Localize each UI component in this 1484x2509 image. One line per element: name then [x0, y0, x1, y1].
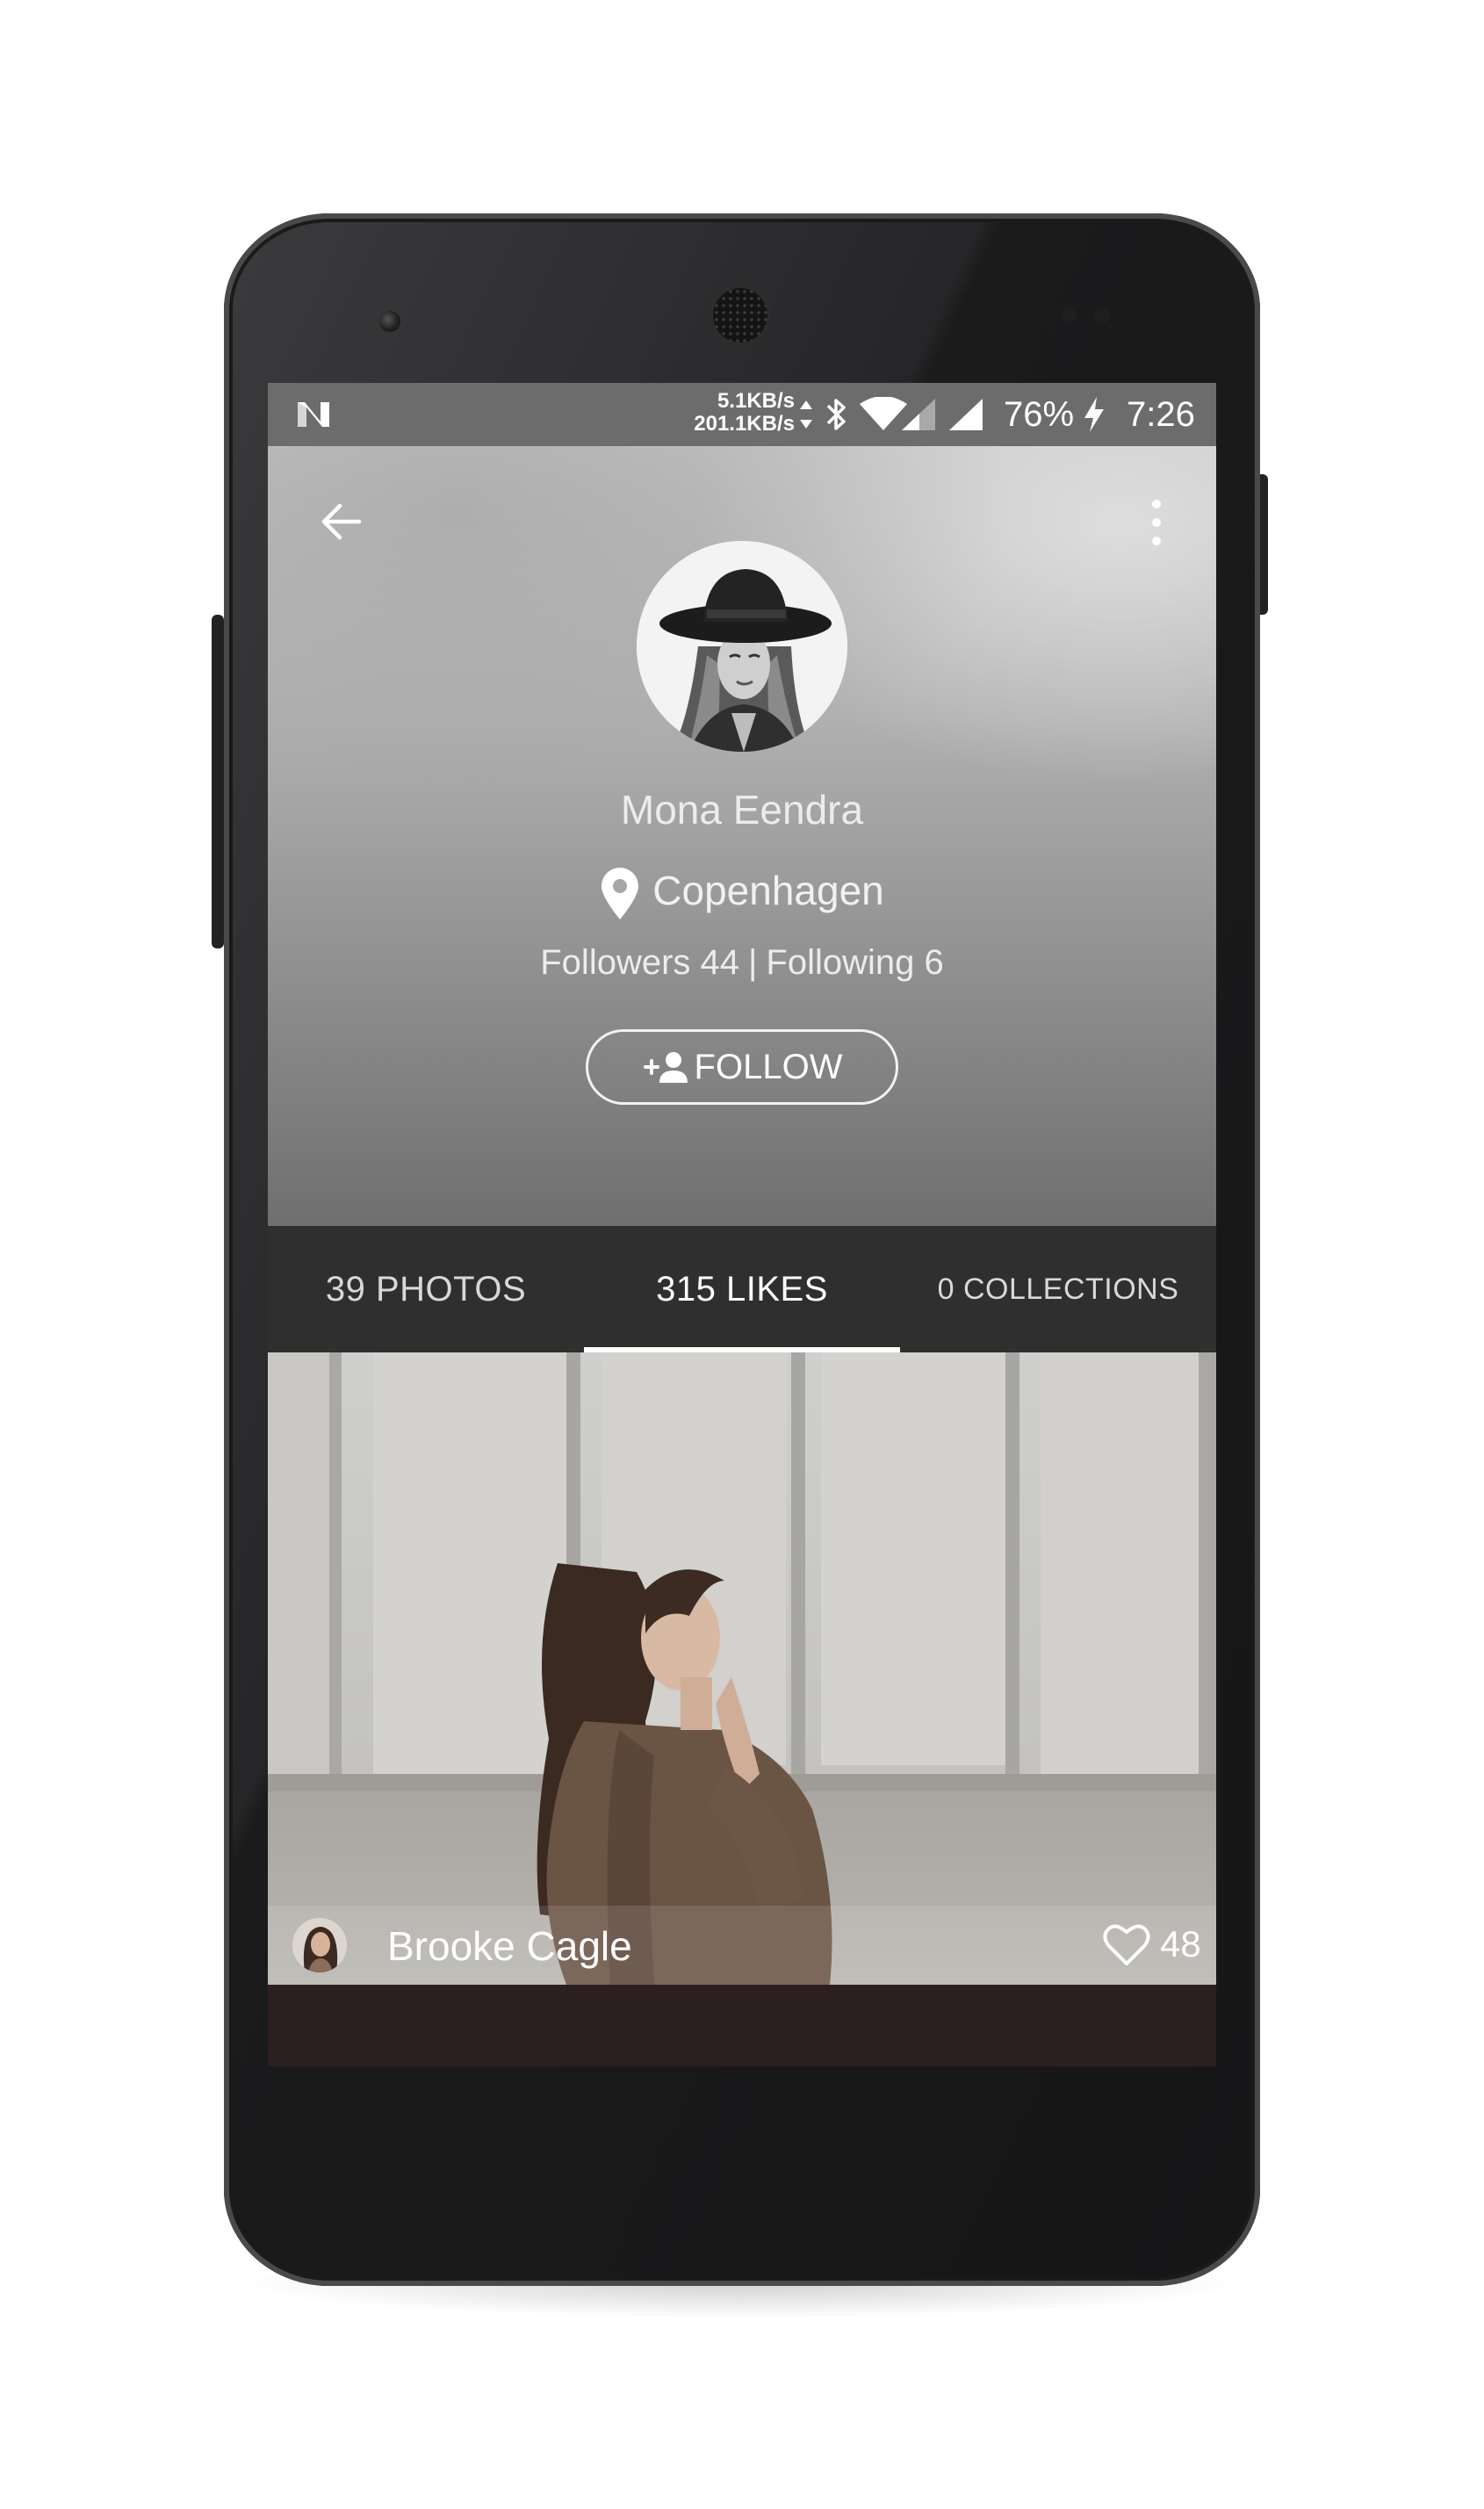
- net-up-speed: 5.1KB/s: [717, 389, 795, 413]
- volume-button: [212, 615, 224, 948]
- stats-separator: |: [748, 943, 758, 982]
- profile-location: Copenhagen: [268, 862, 1216, 921]
- light-sensor: [1094, 307, 1110, 323]
- followers-count[interactable]: Followers 44: [540, 943, 739, 982]
- network-speed: 5.1KB/s 201.1KB/s: [637, 390, 795, 436]
- data-activity-icon: [800, 400, 812, 429]
- liked-photo-card[interactable]: Brooke Cagle 48: [268, 1352, 1216, 1985]
- cell-signal-icon: [902, 399, 935, 430]
- heart-icon[interactable]: [1102, 1921, 1151, 1967]
- tab-collections-label: 0 COLLECTIONS: [937, 1272, 1179, 1306]
- location-pin-icon: [602, 867, 639, 919]
- profile-name: Mona Eendra: [620, 787, 864, 833]
- front-camera: [379, 311, 400, 332]
- tab-likes-label: 315 LIKES: [656, 1269, 828, 1309]
- clock: 7:26: [1127, 395, 1195, 434]
- status-bar: 5.1KB/s 201.1KB/s 76% 7:26: [268, 383, 1216, 446]
- charging-bolt-icon: [1084, 397, 1104, 432]
- bluetooth-icon: [826, 399, 846, 430]
- follow-button-label: FOLLOW: [694, 1047, 843, 1086]
- tab-collections[interactable]: 0 COLLECTIONS: [900, 1226, 1216, 1352]
- photo-card-footer: Brooke Cagle 48: [268, 1906, 1216, 1985]
- more-vert-icon[interactable]: [1146, 492, 1167, 553]
- next-photo-preview: [268, 1985, 1216, 2066]
- follow-stats: Followers 44 | Following 6: [268, 938, 1216, 987]
- following-count[interactable]: Following 6: [766, 943, 943, 982]
- earpiece-speaker: [713, 288, 767, 342]
- tab-photos-label: 39 PHOTOS: [325, 1269, 527, 1309]
- profile-avatar[interactable]: [637, 541, 847, 752]
- profile-tabs: 39 PHOTOS 315 LIKES 0 COLLECTIONS: [268, 1226, 1216, 1352]
- avatar-portrait-image: [637, 541, 847, 752]
- author-name[interactable]: Brooke Cagle: [387, 1918, 632, 1974]
- like-count: 48: [1160, 1923, 1201, 1965]
- author-avatar-image: [292, 1918, 347, 1972]
- add-person-icon: [643, 1052, 688, 1083]
- tab-likes[interactable]: 315 LIKES: [584, 1226, 900, 1352]
- back-arrow-icon[interactable]: [313, 494, 370, 550]
- proximity-sensor: [1061, 307, 1077, 323]
- liked-photo-image: [268, 1352, 1216, 1985]
- cell-signal-icon: [949, 399, 983, 430]
- location-label: Copenhagen: [652, 868, 884, 913]
- battery-percent: 76%: [1004, 395, 1075, 434]
- tab-photos[interactable]: 39 PHOTOS: [268, 1226, 584, 1352]
- profile-header: Mona Eendra Copenhagen Followers 44 | Foll…: [268, 446, 1216, 1226]
- follow-button[interactable]: FOLLOW: [586, 1029, 898, 1105]
- n-notification-icon: [298, 402, 329, 427]
- app-screen: 5.1KB/s 201.1KB/s 76% 7:26 Mona Eendra C…: [268, 383, 1216, 2066]
- author-avatar[interactable]: [292, 1918, 347, 1972]
- product-mockup: 5.1KB/s 201.1KB/s 76% 7:26 Mona Eendra C…: [0, 0, 1484, 2509]
- net-down-speed: 201.1KB/s: [694, 412, 795, 436]
